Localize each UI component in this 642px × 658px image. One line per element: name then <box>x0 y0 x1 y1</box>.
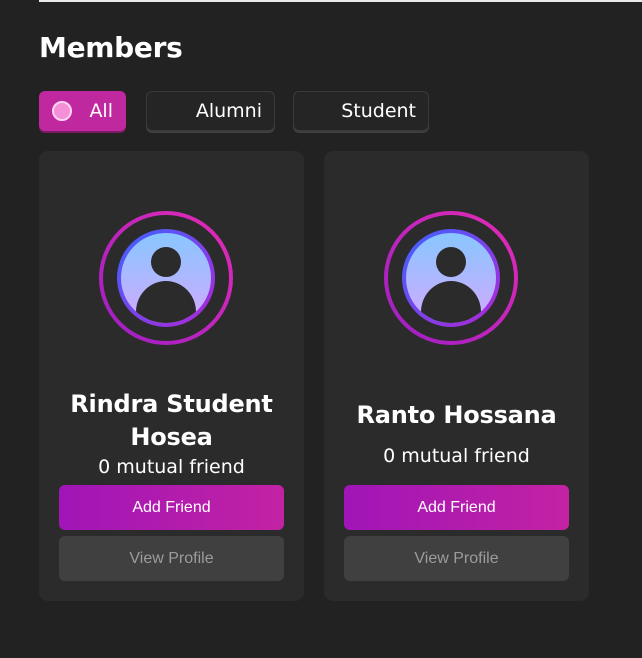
radio-selected-icon <box>52 101 72 121</box>
filter-alumni-label: Alumni <box>195 100 262 122</box>
filter-alumni[interactable]: Alumni <box>146 91 275 131</box>
add-friend-button[interactable]: Add Friend <box>344 485 569 530</box>
filter-student-label: Student <box>341 100 416 122</box>
add-friend-button[interactable]: Add Friend <box>59 485 284 530</box>
mutual-friends-count: 0 mutual friend <box>383 445 530 467</box>
user-avatar-icon <box>99 211 233 345</box>
members-page: Members All Alumni Student Rindra Studen… <box>0 0 642 658</box>
member-card: Ranto Hossana 0 mutual friend Add Friend… <box>324 151 589 601</box>
view-profile-button[interactable]: View Profile <box>344 536 569 581</box>
member-name: Ranto Hossana <box>356 401 557 429</box>
member-card: Rindra Student Hosea 0 mutual friend Add… <box>39 151 304 601</box>
filter-student[interactable]: Student <box>293 91 429 131</box>
top-divider <box>39 0 642 2</box>
filter-all[interactable]: All <box>39 91 126 131</box>
view-profile-button[interactable]: View Profile <box>59 536 284 581</box>
member-name: Rindra Student Hosea <box>70 390 273 451</box>
mutual-friends-count: 0 mutual friend <box>98 456 245 478</box>
page-title: Members <box>39 31 183 64</box>
filter-all-label: All <box>89 100 113 122</box>
user-avatar-icon <box>384 211 518 345</box>
